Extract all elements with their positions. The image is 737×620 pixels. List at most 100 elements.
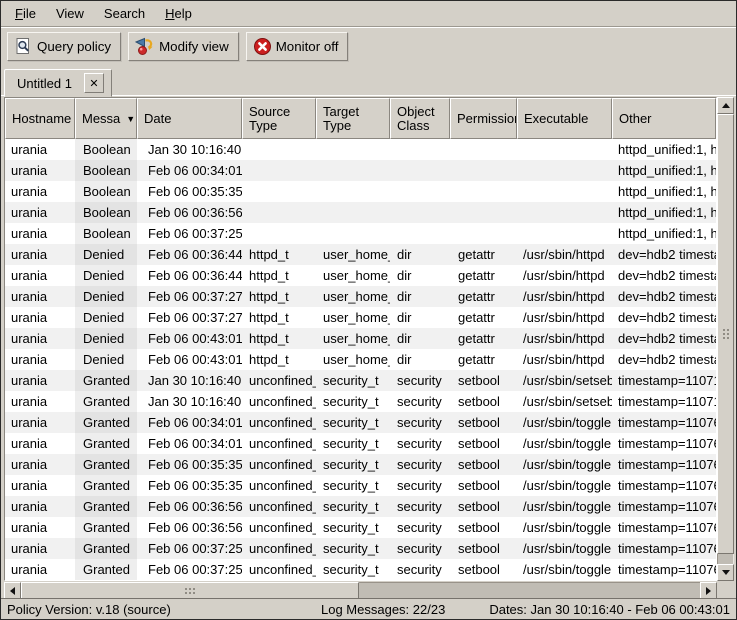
table-row[interactable]: urania Granted Feb 06 00:34:01 unconfine… xyxy=(5,433,716,454)
column-header-other[interactable]: Other xyxy=(612,98,716,139)
status-bar: Policy Version: v.18 (source) Log Messag… xyxy=(1,598,736,619)
cell-executable: /usr/sbin/toggle xyxy=(517,559,612,580)
cell-executable xyxy=(517,139,612,160)
cell-source-type xyxy=(242,223,316,244)
cell-executable: /usr/sbin/httpd xyxy=(517,244,612,265)
cell-object-class xyxy=(390,160,450,181)
column-header-hostname[interactable]: Hostname xyxy=(5,98,75,139)
cell-message: Denied xyxy=(75,286,137,307)
cell-date: Jan 30 10:16:40 xyxy=(137,370,242,391)
table-row[interactable]: urania Granted Feb 06 00:36:56 unconfine… xyxy=(5,496,716,517)
cell-hostname: urania xyxy=(5,307,75,328)
cell-hostname: urania xyxy=(5,496,75,517)
column-header-source-type[interactable]: Source Type xyxy=(242,98,316,139)
query-policy-button[interactable]: Query policy xyxy=(7,32,121,61)
table-row[interactable]: urania Denied Feb 06 00:36:44 httpd_t us… xyxy=(5,244,716,265)
cell-hostname: urania xyxy=(5,475,75,496)
monitor-off-button[interactable]: Monitor off xyxy=(246,32,349,61)
cell-source-type: unconfined_ xyxy=(242,559,316,580)
cell-permission: getattr xyxy=(450,307,517,328)
cell-hostname: urania xyxy=(5,328,75,349)
cell-object-class: dir xyxy=(390,328,450,349)
table-row[interactable]: urania Granted Feb 06 00:35:35 unconfine… xyxy=(5,475,716,496)
cell-target-type xyxy=(316,202,390,223)
cell-source-type: unconfined_ xyxy=(242,517,316,538)
cell-permission: setbool xyxy=(450,496,517,517)
cell-message: Denied xyxy=(75,349,137,370)
cell-other: timestamp=11071 xyxy=(612,370,716,391)
column-header-date[interactable]: Date xyxy=(137,98,242,139)
cell-source-type xyxy=(242,160,316,181)
cell-target-type: security_t xyxy=(316,433,390,454)
cell-object-class: security xyxy=(390,412,450,433)
column-header-target-type[interactable]: Target Type xyxy=(316,98,390,139)
horizontal-scrollbar-thumb[interactable] xyxy=(21,582,359,599)
cell-date: Feb 06 00:35:35 xyxy=(137,454,242,475)
menu-file[interactable]: File xyxy=(5,3,46,24)
cell-source-type: httpd_t xyxy=(242,244,316,265)
cell-message: Denied xyxy=(75,265,137,286)
table-row[interactable]: urania Granted Jan 30 10:16:40 unconfine… xyxy=(5,391,716,412)
cell-date: Feb 06 00:34:01 xyxy=(137,412,242,433)
table-row[interactable]: urania Boolean Feb 06 00:37:25 httpd_uni… xyxy=(5,223,716,244)
table-row[interactable]: urania Granted Feb 06 00:35:35 unconfine… xyxy=(5,454,716,475)
table-row[interactable]: urania Denied Feb 06 00:37:27 httpd_t us… xyxy=(5,307,716,328)
cell-source-type: unconfined_ xyxy=(242,391,316,412)
table-row[interactable]: urania Boolean Feb 06 00:36:56 httpd_uni… xyxy=(5,202,716,223)
vertical-scrollbar-thumb[interactable] xyxy=(717,114,734,554)
cell-target-type: security_t xyxy=(316,496,390,517)
cell-permission: setbool xyxy=(450,412,517,433)
table-row[interactable]: urania Granted Feb 06 00:34:01 unconfine… xyxy=(5,412,716,433)
table-row[interactable]: urania Boolean Feb 06 00:35:35 httpd_uni… xyxy=(5,181,716,202)
menu-help[interactable]: Help xyxy=(155,3,202,24)
cell-other: httpd_unified:1, h xyxy=(612,139,716,160)
tab-untitled-1[interactable]: Untitled 1 ✕ xyxy=(4,69,112,97)
scroll-up-button[interactable] xyxy=(717,97,734,114)
cell-source-type: unconfined_ xyxy=(242,433,316,454)
cell-object-class: dir xyxy=(390,265,450,286)
cell-date: Feb 06 00:43:01 xyxy=(137,328,242,349)
menu-view[interactable]: View xyxy=(46,3,94,24)
column-header-executable[interactable]: Executable xyxy=(517,98,612,139)
modify-view-button[interactable]: Modify view xyxy=(128,32,239,61)
table-row[interactable]: urania Boolean Feb 06 00:34:01 httpd_uni… xyxy=(5,160,716,181)
cell-object-class: dir xyxy=(390,349,450,370)
cell-target-type: user_home_ xyxy=(316,286,390,307)
cell-executable: /usr/sbin/toggle xyxy=(517,433,612,454)
cell-source-type xyxy=(242,202,316,223)
cell-source-type: httpd_t xyxy=(242,328,316,349)
table-row[interactable]: urania Denied Feb 06 00:43:01 httpd_t us… xyxy=(5,328,716,349)
vertical-scrollbar[interactable] xyxy=(717,97,734,581)
scroll-left-button[interactable] xyxy=(4,582,21,599)
cell-object-class: security xyxy=(390,517,450,538)
table-row[interactable]: urania Denied Feb 06 00:36:44 httpd_t us… xyxy=(5,265,716,286)
scroll-right-button[interactable] xyxy=(700,582,717,599)
cell-other: dev=hdb2 timesta xyxy=(612,307,716,328)
grip-dots-icon xyxy=(723,329,725,331)
cell-target-type: user_home_ xyxy=(316,307,390,328)
table-row[interactable]: urania Granted Jan 30 10:16:40 unconfine… xyxy=(5,370,716,391)
cell-permission: setbool xyxy=(450,475,517,496)
table-row[interactable]: urania Granted Feb 06 00:37:25 unconfine… xyxy=(5,559,716,580)
menu-search[interactable]: Search xyxy=(94,3,155,24)
table-row[interactable]: urania Boolean Jan 30 10:16:40 httpd_uni… xyxy=(5,139,716,160)
table-row[interactable]: urania Granted Feb 06 00:37:25 unconfine… xyxy=(5,538,716,559)
column-header-message[interactable]: Messa▼ xyxy=(75,98,137,139)
cell-executable: /usr/sbin/toggle xyxy=(517,538,612,559)
scroll-down-button[interactable] xyxy=(717,564,734,581)
grip-dots-icon xyxy=(185,588,187,590)
column-header-object-class[interactable]: Object Class xyxy=(390,98,450,139)
cell-hostname: urania xyxy=(5,412,75,433)
cell-message: Granted xyxy=(75,496,137,517)
policy-version-status: Policy Version: v.18 (source) xyxy=(7,602,277,617)
cell-message: Granted xyxy=(75,412,137,433)
horizontal-scrollbar[interactable] xyxy=(4,582,717,599)
table-row[interactable]: urania Denied Feb 06 00:43:01 httpd_t us… xyxy=(5,349,716,370)
table-row[interactable]: urania Denied Feb 06 00:37:27 httpd_t us… xyxy=(5,286,716,307)
tab-close-button[interactable]: ✕ xyxy=(84,73,104,93)
cell-date: Feb 06 00:37:27 xyxy=(137,307,242,328)
column-header-permission[interactable]: Permission xyxy=(450,98,517,139)
table-row[interactable]: urania Granted Feb 06 00:36:56 unconfine… xyxy=(5,517,716,538)
cell-other: httpd_unified:1, h xyxy=(612,223,716,244)
log-view-page: Hostname Messa▼ Date Source Type Target … xyxy=(4,97,734,599)
